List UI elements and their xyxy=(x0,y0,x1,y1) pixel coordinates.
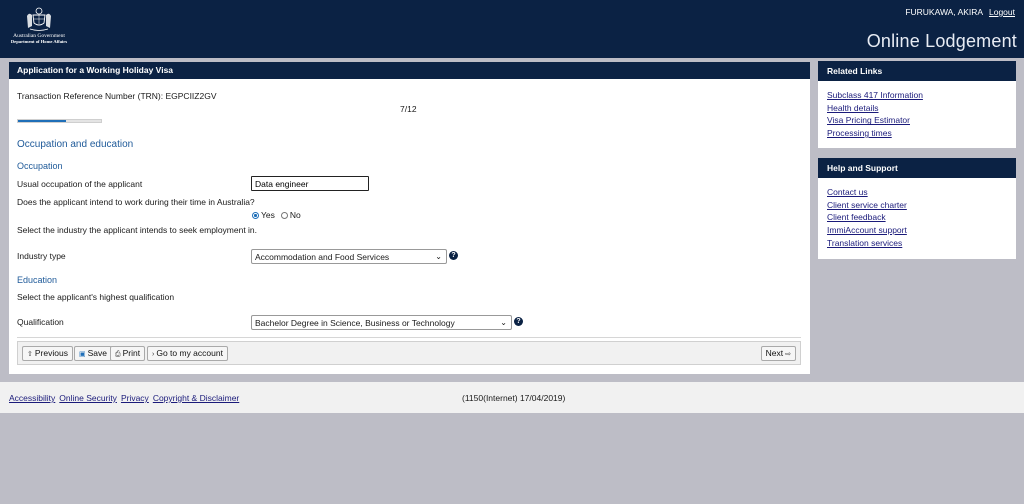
work-question-label: Does the applicant intend to work during… xyxy=(17,197,255,207)
yes-radio[interactable] xyxy=(252,211,259,219)
related-links-title: Related Links xyxy=(818,61,1016,81)
previous-button[interactable]: ⇧ Previous xyxy=(22,346,73,361)
footer-link-privacy[interactable]: Privacy xyxy=(121,393,149,403)
occupation-subtitle: Occupation xyxy=(17,161,63,171)
save-disk-icon: ▣ xyxy=(79,351,86,358)
trn-text: Transaction Reference Number (TRN): EGPC… xyxy=(17,91,217,101)
related-link-item: Subclass 417 Information xyxy=(827,89,1007,102)
next-button[interactable]: Next ⇨ xyxy=(760,346,796,361)
chevron-down-icon: ⌄ xyxy=(435,252,442,261)
form-toolbar: ⇧ Previous ▣ Save ⎙ Print › Go to my account… xyxy=(17,341,801,365)
form-title: Application for a Working Holiday Visa xyxy=(9,62,810,79)
help-link[interactable]: Client service charter xyxy=(827,200,907,210)
print-icon: ⎙ xyxy=(115,351,121,358)
save-label: Save xyxy=(87,348,107,358)
next-arrow-icon: ⇨ xyxy=(785,351,791,358)
progress-fill xyxy=(18,120,67,122)
help-support-title: Help and Support xyxy=(818,158,1016,178)
help-support-panel: Help and Support Contact us Client servi… xyxy=(818,158,1016,259)
help-link-item: Contact us xyxy=(827,186,1007,199)
education-subtitle: Education xyxy=(17,275,58,285)
footer-links: Accessibility Online Security Privacy Co… xyxy=(9,393,239,403)
print-label: Print xyxy=(122,348,141,358)
section-title: Occupation and education xyxy=(17,139,134,150)
divider xyxy=(17,337,801,338)
footer-link-accessibility[interactable]: Accessibility xyxy=(9,393,55,403)
page-footer: Accessibility Online Security Privacy Co… xyxy=(0,382,1024,413)
related-link-item: Visa Pricing Estimator xyxy=(827,114,1007,127)
qualification-label: Qualification xyxy=(17,317,64,327)
industry-type-label: Industry type xyxy=(17,251,66,261)
help-icon[interactable]: ? xyxy=(449,251,458,260)
qualification-prompt: Select the applicant's highest qualifica… xyxy=(17,292,175,302)
dept-name: Department of Home Affairs xyxy=(10,39,68,44)
help-link-item: ImmiAccount support xyxy=(827,224,1007,237)
help-link-item: Client feedback xyxy=(827,211,1007,224)
user-info: FURUKAWA, AKIRA Logout xyxy=(905,7,1015,17)
related-link-item: Health details xyxy=(827,102,1007,115)
related-link[interactable]: Processing times xyxy=(827,128,892,138)
user-name: FURUKAWA, AKIRA xyxy=(905,7,983,17)
print-button[interactable]: ⎙ Print xyxy=(110,346,146,361)
related-link[interactable]: Visa Pricing Estimator xyxy=(827,115,910,125)
help-link-item: Translation services xyxy=(827,237,1007,250)
related-links-list: Subclass 417 Information Health details … xyxy=(818,81,1016,144)
related-link[interactable]: Subclass 417 Information xyxy=(827,90,923,100)
next-label: Next xyxy=(765,348,784,358)
save-button[interactable]: ▣ Save xyxy=(74,346,112,361)
industry-type-select[interactable]: Accommodation and Food Services ⌄ xyxy=(251,249,447,264)
help-link[interactable]: Client feedback xyxy=(827,212,886,222)
version-text: (1150(Internet) 17/04/2019) xyxy=(462,393,566,403)
no-radio-label: No xyxy=(289,210,301,220)
help-link[interactable]: Contact us xyxy=(827,187,868,197)
help-support-list: Contact us Client service charter Client… xyxy=(818,178,1016,254)
app-title: Online Lodgement xyxy=(866,31,1017,51)
footer-link-copyright[interactable]: Copyright & Disclaimer xyxy=(153,393,239,403)
previous-arrow-icon: ⇧ xyxy=(27,351,33,358)
work-radio-group: Yes No xyxy=(252,210,301,220)
no-radio[interactable] xyxy=(280,211,288,219)
government-crest-logo: Australian Government Department of Home… xyxy=(6,6,72,48)
industry-type-value: Accommodation and Food Services xyxy=(255,252,390,262)
help-link[interactable]: ImmiAccount support xyxy=(827,225,907,235)
qualification-select[interactable]: Bachelor Degree in Science, Business or … xyxy=(251,315,512,330)
chevron-right-icon: › xyxy=(152,351,155,358)
usual-occupation-label: Usual occupation of the applicant xyxy=(17,179,143,189)
go-to-account-button[interactable]: › Go to my account xyxy=(147,346,228,361)
usual-occupation-input[interactable] xyxy=(251,176,369,191)
yes-radio-label: Yes xyxy=(261,210,275,220)
progress-bar xyxy=(17,119,102,123)
related-link[interactable]: Health details xyxy=(827,103,879,113)
footer-link-online-security[interactable]: Online Security xyxy=(59,393,117,403)
related-links-panel: Related Links Subclass 417 Information H… xyxy=(818,61,1016,148)
help-link-item: Client service charter xyxy=(827,199,1007,212)
help-icon[interactable]: ? xyxy=(514,317,523,326)
application-form-panel: Application for a Working Holiday Visa T… xyxy=(9,62,810,374)
help-link[interactable]: Translation services xyxy=(827,238,902,248)
chevron-down-icon: ⌄ xyxy=(500,318,507,327)
qualification-value: Bachelor Degree in Science, Business or … xyxy=(255,318,455,328)
page-indicator: 7/12 xyxy=(400,104,417,114)
industry-prompt: Select the industry the applicant intend… xyxy=(17,225,258,235)
previous-label: Previous xyxy=(34,348,68,358)
page-header: Australian Government Department of Home… xyxy=(0,0,1024,58)
crest-icon xyxy=(27,7,51,31)
related-link-item: Processing times xyxy=(827,127,1007,140)
logout-link[interactable]: Logout xyxy=(989,7,1015,17)
go-to-account-label: Go to my account xyxy=(156,348,223,358)
